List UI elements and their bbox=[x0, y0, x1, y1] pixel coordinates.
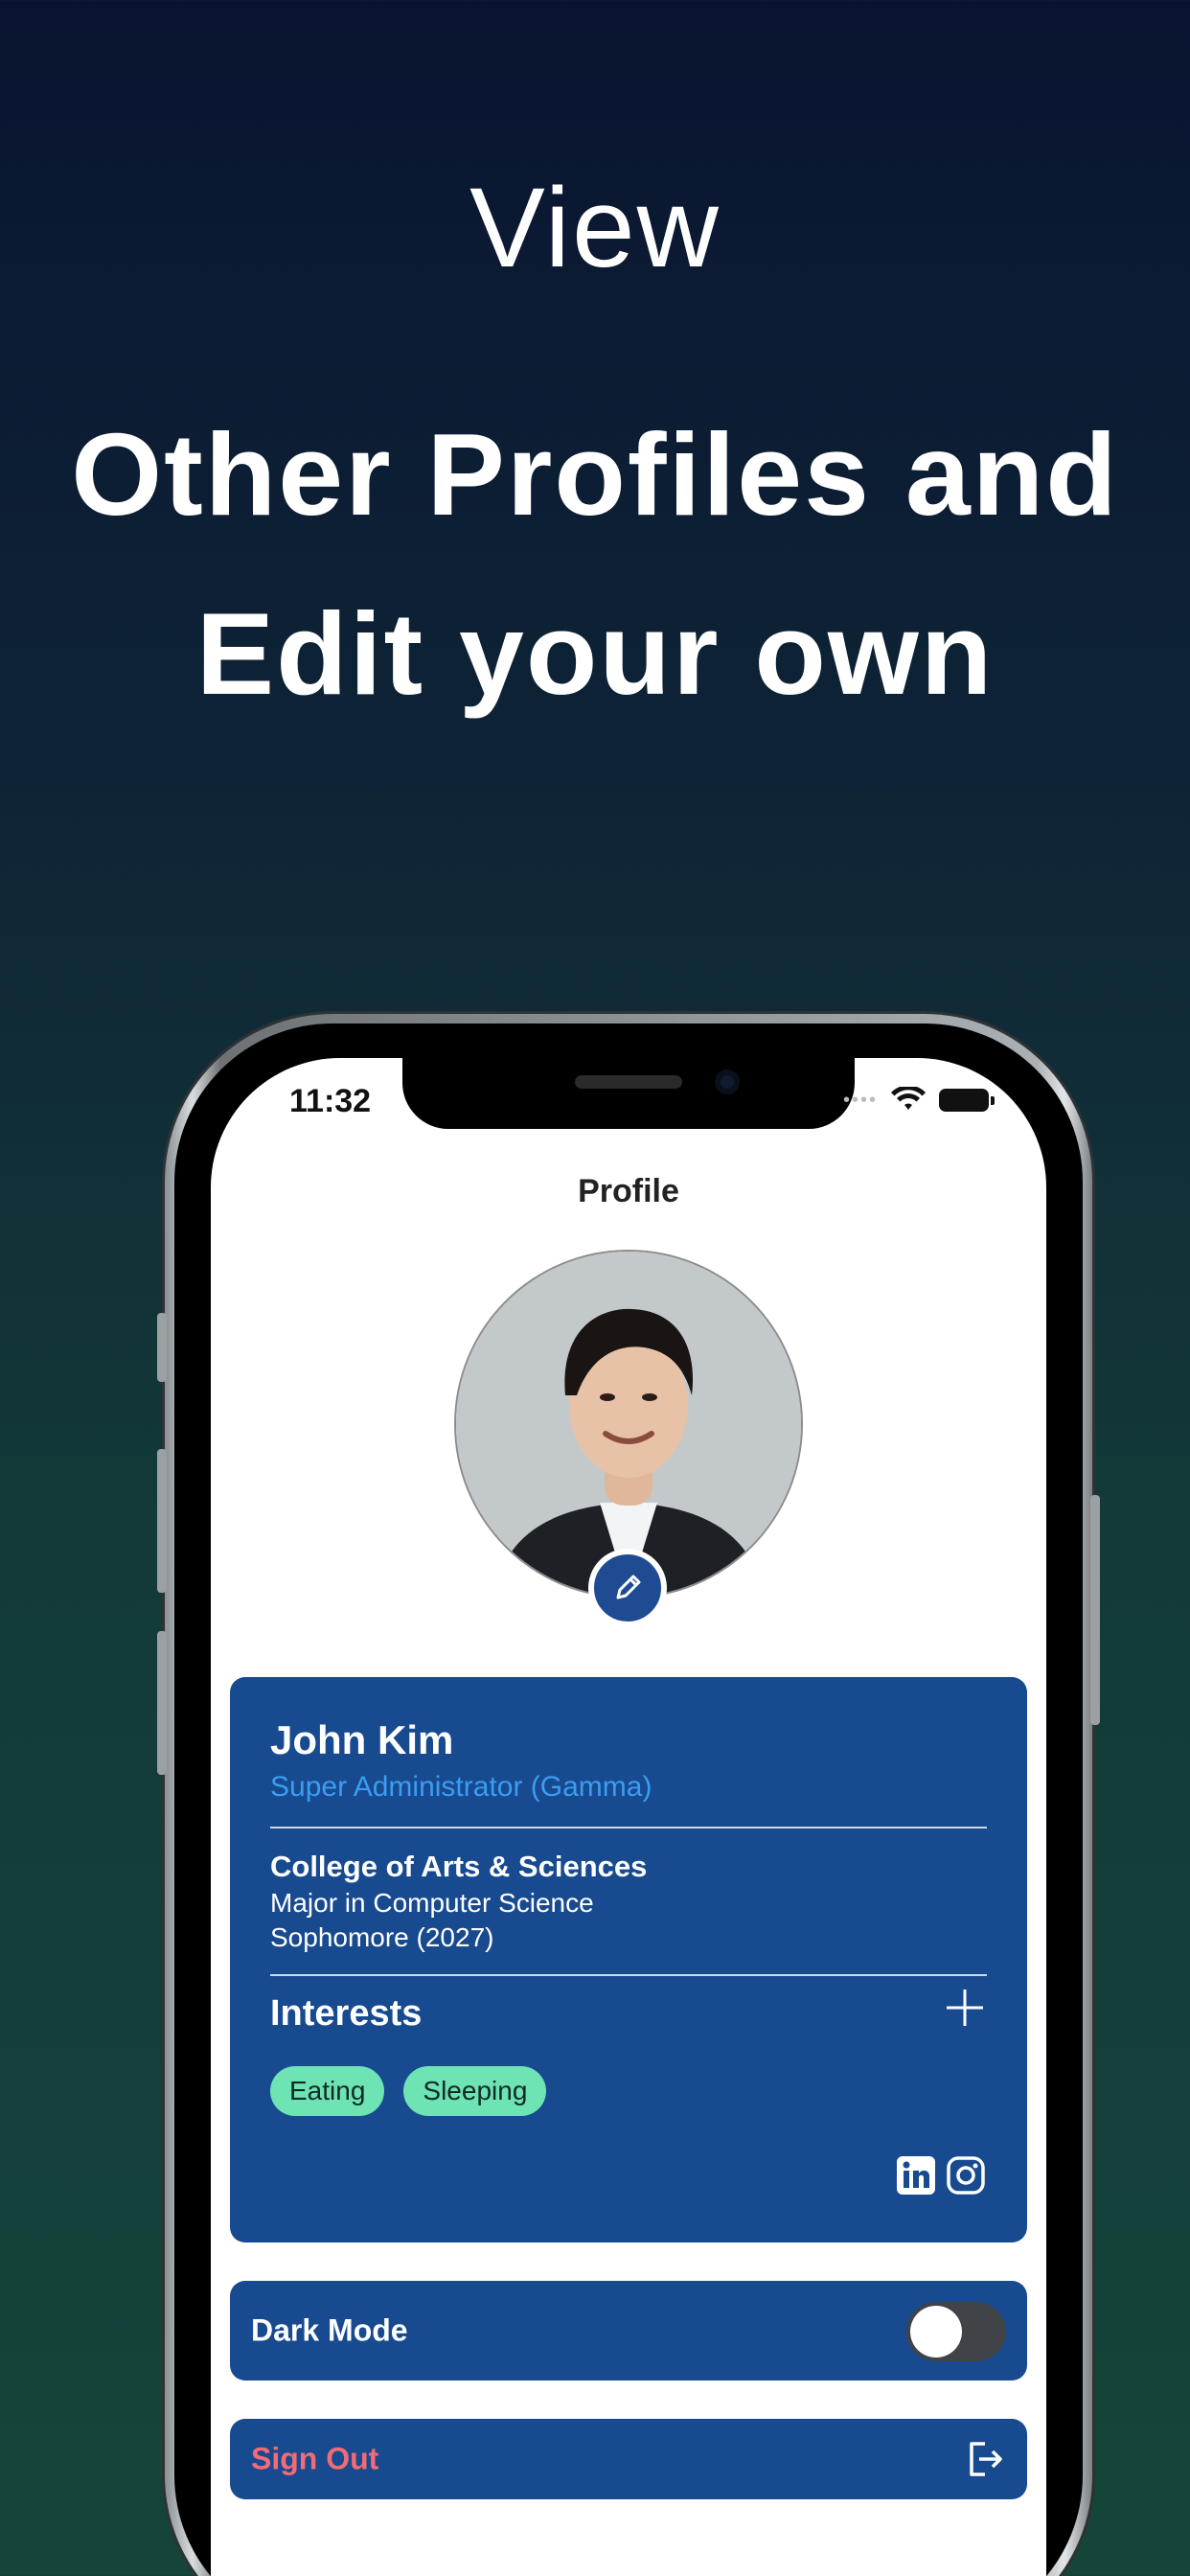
dark-mode-label: Dark Mode bbox=[251, 2312, 408, 2348]
profile-major: Major in Computer Science bbox=[270, 1888, 594, 1918]
profile-year: Sophomore (2027) bbox=[270, 1922, 494, 1952]
interest-chip[interactable]: Eating bbox=[270, 2066, 385, 2116]
status-time: 11:32 bbox=[289, 1083, 372, 1119]
add-interest-button[interactable] bbox=[943, 1986, 987, 2030]
phone-side-button-volume-up bbox=[157, 1449, 167, 1593]
interest-chip[interactable]: Sleeping bbox=[403, 2066, 547, 2116]
sign-out-label: Sign Out bbox=[251, 2441, 379, 2476]
sign-out-icon bbox=[970, 2442, 1002, 2476]
interests-title: Interests bbox=[270, 1993, 423, 2034]
pencil-icon bbox=[616, 1575, 641, 1599]
phone-screen: 11:32 •••• Profile John Kim Super Admini… bbox=[211, 1058, 1046, 2576]
instagram-icon[interactable] bbox=[945, 2154, 987, 2196]
phone-side-button-power bbox=[1090, 1495, 1100, 1725]
headline-other-profiles: Other Profiles and bbox=[71, 409, 1119, 540]
notch bbox=[402, 1058, 855, 1129]
front-camera bbox=[715, 1070, 740, 1094]
profile-name: John Kim bbox=[270, 1717, 454, 1762]
speaker-grille bbox=[575, 1075, 682, 1089]
divider bbox=[270, 1974, 987, 1976]
nav-title: Profile bbox=[578, 1173, 679, 1209]
headline-edit-own: Edit your own bbox=[195, 588, 995, 719]
avatar[interactable] bbox=[456, 1252, 801, 1597]
dark-mode-toggle[interactable] bbox=[906, 2302, 1006, 2361]
battery-icon bbox=[939, 1089, 995, 1112]
wifi-icon bbox=[891, 1087, 926, 1110]
phone-side-button-silent bbox=[157, 1313, 167, 1382]
profile-role: Super Administrator (Gamma) bbox=[270, 1771, 652, 1803]
interest-chips: Eating Sleeping bbox=[270, 2066, 547, 2116]
phone-side-button-volume-down bbox=[157, 1631, 167, 1775]
toggle-knob bbox=[910, 2306, 962, 2358]
profile-card: John Kim Super Administrator (Gamma) Col… bbox=[230, 1677, 1027, 2242]
avatar-portrait bbox=[456, 1252, 801, 1597]
signal-dots-icon: •••• bbox=[842, 1089, 878, 1111]
status-icons: •••• bbox=[842, 1087, 995, 1114]
social-links bbox=[895, 2154, 987, 2196]
headline-view: View bbox=[469, 165, 721, 291]
sign-out-row[interactable]: Sign Out bbox=[230, 2419, 1027, 2499]
dark-mode-row: Dark Mode bbox=[230, 2281, 1027, 2380]
edit-photo-button[interactable] bbox=[588, 1549, 667, 1627]
linkedin-icon[interactable] bbox=[895, 2154, 937, 2196]
divider bbox=[270, 1827, 987, 1828]
profile-college: College of Arts & Sciences bbox=[270, 1850, 648, 1883]
